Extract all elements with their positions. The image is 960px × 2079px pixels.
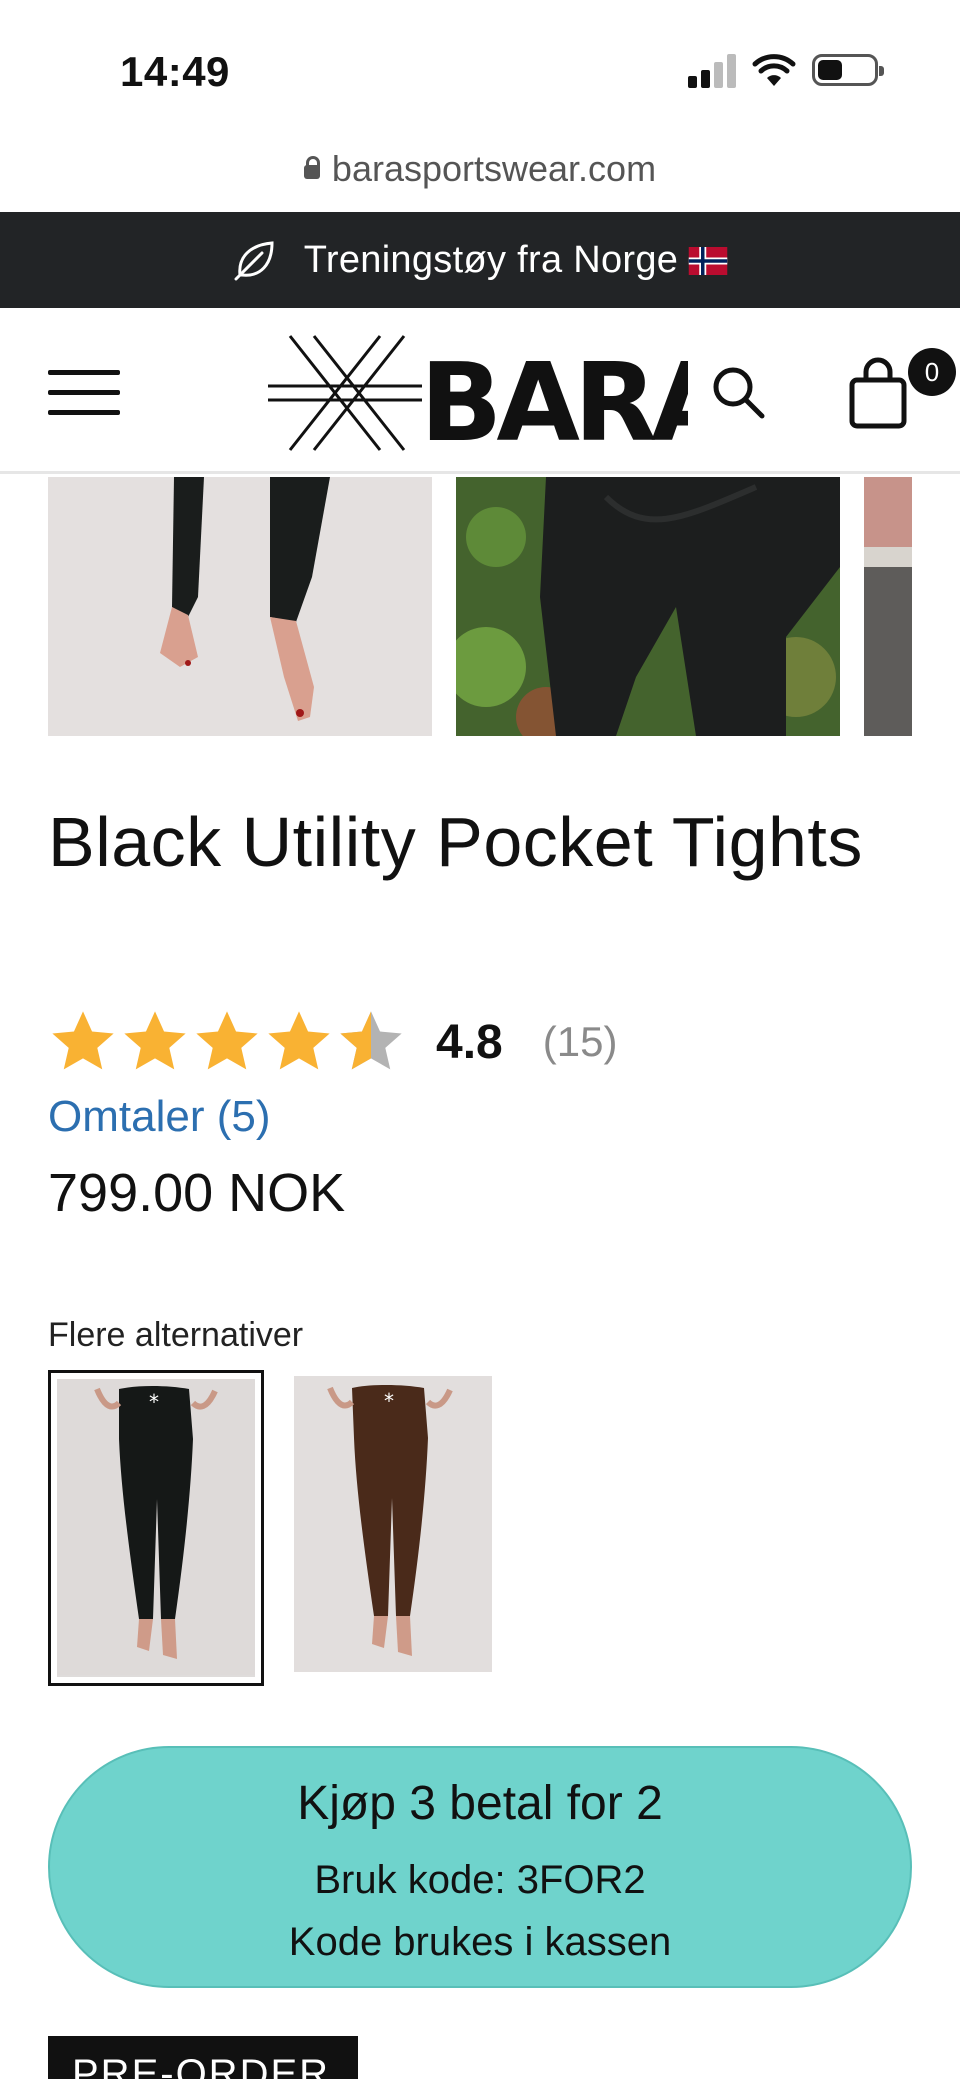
promo-checkout-text: Kode brukes i kassen	[288, 1920, 672, 1964]
announcement-text: Treningstøy fra Norge	[304, 239, 728, 282]
cart-count-badge: 0	[908, 348, 956, 396]
reviews-link[interactable]: Omtaler (5)	[48, 1092, 270, 1142]
site-header: BARA	[0, 308, 960, 474]
promo-title: Kjøp 3 betal for 2	[297, 1777, 663, 1830]
rating-count: (15)	[542, 1018, 618, 1065]
gallery-image-partial[interactable]	[864, 477, 912, 736]
status-time: 14:49	[120, 48, 230, 95]
alternatives-label: Flere alternativer	[48, 1316, 304, 1354]
promo-banner[interactable]: Kjøp 3 betal for 2 Bruk kode: 3FOR2 Kode…	[48, 1746, 912, 1988]
star-full-icon	[268, 1011, 330, 1070]
announcement-bar: Treningstøy fra Norge	[0, 212, 960, 308]
star-full-icon	[124, 1011, 186, 1070]
norway-flag-icon	[688, 247, 728, 276]
partial-photo	[864, 477, 912, 736]
wifi-icon	[752, 54, 796, 86]
outdoor-photo	[456, 477, 840, 736]
brown-tights-photo: *	[294, 1376, 492, 1672]
hamburger-menu-icon[interactable]	[48, 364, 120, 420]
rating-row[interactable]: 4.8 (15)	[48, 1004, 617, 1080]
leaf-icon	[234, 241, 274, 281]
product-price: 799.00 NOK	[48, 1163, 346, 1223]
svg-text:*: *	[149, 1390, 159, 1414]
cellular-signal-icon	[688, 54, 738, 88]
bara-logo[interactable]: BARA	[268, 328, 688, 458]
product-image-gallery[interactable]	[0, 477, 960, 737]
lock-icon	[303, 156, 320, 179]
logo-text: BARA	[420, 341, 688, 458]
star-half-icon	[340, 1011, 402, 1070]
svg-text:*: *	[384, 1389, 394, 1413]
rating-value: 4.8	[436, 1015, 503, 1069]
black-tights-photo: *	[57, 1379, 255, 1675]
search-icon[interactable]	[708, 362, 768, 422]
battery-icon	[812, 54, 884, 86]
url-bar[interactable]: barasportswear.com	[0, 148, 960, 190]
rating-stars	[48, 1007, 406, 1077]
star-full-icon	[52, 1011, 114, 1070]
status-bar: 14:49 barasportswear.com	[0, 0, 960, 189]
preorder-badge: PRE-ORDER	[48, 2036, 358, 2079]
star-full-icon	[196, 1011, 258, 1070]
gallery-image-outdoor[interactable]	[456, 477, 840, 736]
variant-swatch-brown[interactable]: *	[294, 1376, 492, 1672]
url-text: barasportswear.com	[331, 148, 657, 189]
promo-code-text: Bruk kode: 3FOR2	[314, 1858, 646, 1902]
variant-swatch-black[interactable]: *	[48, 1370, 264, 1686]
legs-photo	[48, 477, 432, 736]
product-title: Black Utility Pocket Tights	[48, 803, 863, 881]
gallery-image-legs[interactable]	[48, 477, 432, 736]
